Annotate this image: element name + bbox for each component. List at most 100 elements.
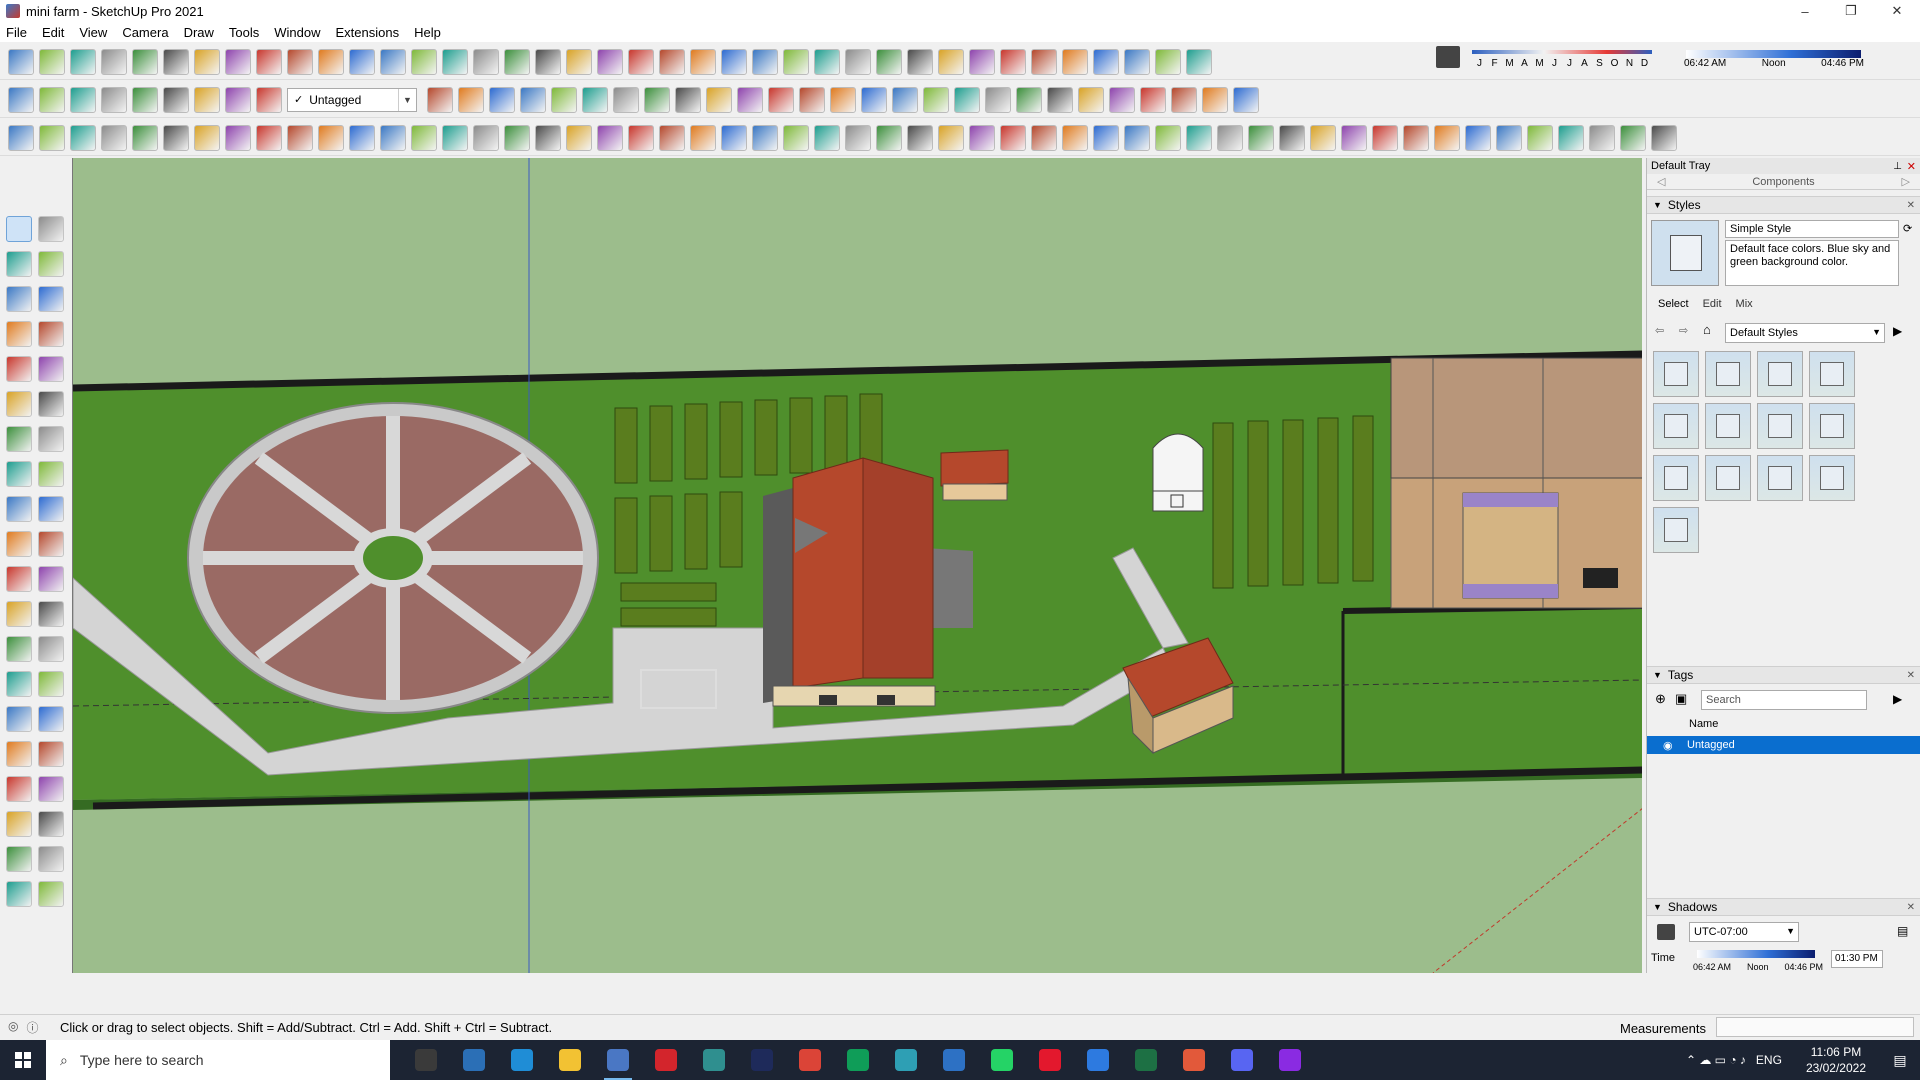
texture-icon[interactable]: [1093, 124, 1119, 151]
shape-bender-icon[interactable]: [504, 124, 530, 151]
section-fill-icon[interactable]: [582, 86, 608, 113]
style-thumbnail[interactable]: [1757, 351, 1803, 397]
dimension-icon[interactable]: [411, 48, 437, 75]
left-view-icon[interactable]: [892, 86, 918, 113]
spline-icon[interactable]: [225, 124, 251, 151]
loft-icon[interactable]: [256, 124, 282, 151]
push-pull-icon[interactable]: [1031, 48, 1057, 75]
calculator-taskbar-button[interactable]: [450, 1040, 498, 1080]
style-thumbnail[interactable]: [1653, 403, 1699, 449]
tags-close-icon[interactable]: ✕: [1907, 670, 1915, 681]
tape-measure-icon[interactable]: [1124, 48, 1150, 75]
joint-push-icon[interactable]: [473, 124, 499, 151]
paint-icon[interactable]: [132, 48, 158, 75]
monochrome-icon[interactable]: [551, 86, 577, 113]
select-tool-icon[interactable]: [6, 216, 32, 242]
style-thumbnail[interactable]: [1705, 455, 1751, 501]
zoom-window-tool-icon[interactable]: [38, 706, 64, 732]
style-description-field[interactable]: Default face colors. Blue sky and green …: [1725, 240, 1899, 286]
textured-icon[interactable]: [520, 86, 546, 113]
file-explorer-taskbar-button[interactable]: [546, 1040, 594, 1080]
joint-push-icon[interactable]: [1589, 124, 1615, 151]
texture-icon[interactable]: [1651, 124, 1677, 151]
mirror-icon[interactable]: [411, 124, 437, 151]
tape-measure-tool-icon[interactable]: [6, 566, 32, 592]
drape-icon[interactable]: [644, 86, 670, 113]
eraser-tool-icon[interactable]: [38, 251, 64, 277]
time-slider[interactable]: [1686, 50, 1861, 58]
style-collection-select[interactable]: Default Styles ▼: [1725, 323, 1885, 343]
rotate-tool-icon[interactable]: [6, 496, 32, 522]
zoom-extents-tool-icon[interactable]: [6, 741, 32, 767]
walk-icon[interactable]: [690, 48, 716, 75]
iso-view-icon[interactable]: [8, 86, 34, 113]
tab-edit[interactable]: Edit: [1696, 296, 1729, 313]
textured-icon[interactable]: [1109, 86, 1135, 113]
make-component-tool-icon[interactable]: [38, 216, 64, 242]
menu-tools[interactable]: Tools: [229, 25, 259, 40]
tags-column-header[interactable]: Name: [1687, 718, 1917, 736]
style-thumbnail[interactable]: [1653, 507, 1699, 553]
previous-tool-icon[interactable]: [38, 741, 64, 767]
paint-bucket-tool-icon[interactable]: [6, 251, 32, 277]
style-thumbnail[interactable]: [1705, 403, 1751, 449]
arc-tool-icon[interactable]: [6, 391, 32, 417]
model-view[interactable]: [73, 158, 1642, 973]
array-icon[interactable]: [1496, 124, 1522, 151]
components-panel-collapsed[interactable]: ◁ Components ▷: [1647, 174, 1920, 190]
circle-icon[interactable]: [690, 124, 716, 151]
sketchup-layout-taskbar-button[interactable]: [690, 1040, 738, 1080]
styles-panel-header[interactable]: ▼ Styles ✕: [1647, 196, 1920, 214]
section-fill-icon[interactable]: [1171, 86, 1197, 113]
shadow-toggle-icon[interactable]: [1657, 924, 1675, 940]
solid-move-icon[interactable]: [923, 86, 949, 113]
nav-back-icon[interactable]: ⇦: [1655, 324, 1664, 337]
spline-icon[interactable]: [1341, 124, 1367, 151]
tag-row-untagged[interactable]: ◉ Untagged: [1647, 736, 1920, 754]
text-tool-icon[interactable]: [38, 566, 64, 592]
top-view-icon[interactable]: [39, 86, 65, 113]
axes-tool-icon[interactable]: [6, 636, 32, 662]
wireframe-icon[interactable]: [427, 86, 453, 113]
tray-close-icon[interactable]: ✕: [1907, 160, 1916, 173]
menu-edit[interactable]: Edit: [42, 25, 64, 40]
zoom-tool-icon[interactable]: [6, 706, 32, 732]
geo-location-icon[interactable]: ◎: [8, 1019, 18, 1036]
collapse-triangle-icon[interactable]: ▼: [1653, 200, 1662, 210]
spline-icon[interactable]: [783, 124, 809, 151]
extrude-icon[interactable]: [1403, 124, 1429, 151]
curic-icon[interactable]: [442, 124, 468, 151]
mirror-icon[interactable]: [969, 124, 995, 151]
tab-select[interactable]: Select: [1651, 296, 1696, 313]
start-button[interactable]: [0, 1040, 46, 1080]
line-icon[interactable]: [1124, 124, 1150, 151]
small-shed[interactable]: [940, 449, 1009, 501]
menu-window[interactable]: Window: [274, 25, 320, 40]
dimension-tool-icon[interactable]: [38, 601, 64, 627]
add-folder-icon[interactable]: ▣: [1675, 691, 1687, 707]
close-button[interactable]: ✕: [1874, 0, 1920, 22]
notifications-icon[interactable]: ▤: [1880, 1040, 1920, 1080]
style-thumbnail[interactable]: [1653, 351, 1699, 397]
opera-taskbar-button[interactable]: [1026, 1040, 1074, 1080]
style-thumbnail[interactable]: [1705, 351, 1751, 397]
rotated-rectangle-tool-icon[interactable]: [38, 321, 64, 347]
pie-tool-icon[interactable]: [38, 426, 64, 452]
pan-tool-icon[interactable]: [38, 671, 64, 697]
paint-icon[interactable]: [876, 48, 902, 75]
two-point-arc-tool-icon[interactable]: [38, 391, 64, 417]
solid-rotate-icon[interactable]: [954, 86, 980, 113]
collapse-triangle-icon[interactable]: ▼: [1653, 902, 1662, 912]
section-plane-tool-icon[interactable]: [38, 811, 64, 837]
drawing-viewport[interactable]: [72, 158, 1642, 973]
text-icon[interactable]: [473, 48, 499, 75]
array-icon[interactable]: [938, 124, 964, 151]
taskbar-search[interactable]: ⌕ Type here to search: [46, 1040, 390, 1080]
collapse-triangle-icon[interactable]: ▼: [1653, 670, 1662, 680]
edge-taskbar-button[interactable]: [498, 1040, 546, 1080]
solid-rotate-icon[interactable]: [225, 86, 251, 113]
curic-icon[interactable]: [1558, 124, 1584, 151]
style-thumbnail[interactable]: [1809, 351, 1855, 397]
xray-icon[interactable]: [256, 86, 282, 113]
curic-icon[interactable]: [1000, 124, 1026, 151]
